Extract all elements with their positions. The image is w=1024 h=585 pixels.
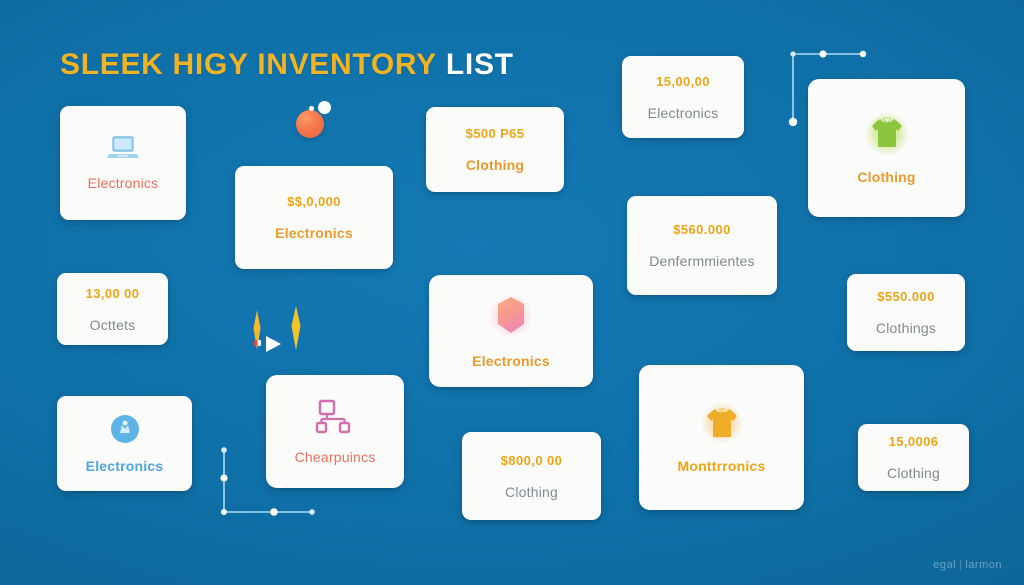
card-label: Clothing (465, 157, 525, 173)
network-diagram-icon (315, 399, 355, 435)
watermark-separator: | (959, 559, 963, 571)
card-clothing-800[interactable]: $800,0 00 Clothing (462, 432, 601, 520)
circle-badge-icon (110, 414, 140, 444)
watermark-suffix: larmon (965, 559, 1002, 571)
card-clothing-500[interactable]: $500 P65 Clothing (426, 107, 564, 192)
card-label: Clothings (875, 320, 937, 336)
card-amount: 15,0006 (888, 434, 939, 449)
watermark-brand: egal (933, 559, 957, 571)
card-label: Electronics (472, 353, 550, 369)
card-label: Denfermmientes (649, 253, 755, 269)
card-monttrronics[interactable]: Monttrronics (639, 365, 804, 510)
card-electronics-amount[interactable]: $$,0,000 Electronics (235, 166, 393, 269)
sparkle-icon (291, 306, 301, 350)
card-label: Octtets (89, 316, 136, 333)
card-denfermmientes[interactable]: $560.000 Denfermmientes (627, 196, 777, 295)
card-label: Clothing (887, 465, 940, 481)
card-amount: $$,0,000 (287, 194, 341, 209)
sphere-dot-small (309, 106, 314, 111)
card-clothing-150006[interactable]: 15,0006 Clothing (858, 424, 969, 491)
page-title: SLEEK HIGY INVENTORY LIST (60, 48, 514, 82)
card-label: Electronics (85, 457, 164, 474)
orange-sphere (296, 110, 324, 138)
card-label: Clothing (857, 169, 916, 185)
card-label: Chearpuincs (294, 448, 376, 465)
laptop-icon (106, 135, 140, 161)
play-triangle-icon (266, 336, 281, 352)
card-electronics-circle[interactable]: Electronics (57, 396, 192, 491)
card-chearpuincs[interactable]: Chearpuincs (266, 375, 404, 488)
page-title-rest: LIST (445, 48, 514, 81)
sparkle-icon (253, 310, 261, 350)
footer-watermark: egal | larmon (933, 559, 1002, 571)
card-octtets[interactable]: 13,00 00 Octtets (57, 273, 168, 345)
card-label: Electronics (87, 175, 159, 191)
card-amount: $560.000 (673, 222, 731, 237)
card-electronics-hexagon[interactable]: Electronics (429, 275, 593, 387)
card-label: Electronics (275, 225, 353, 241)
card-amount: 15,00,00 (656, 73, 710, 89)
card-amount: $550.000 (877, 289, 935, 304)
poster-canvas: SLEEK HIGY INVENTORY LIST Electronics $$… (0, 0, 1024, 585)
card-label: Electronics (647, 104, 719, 121)
card-clothing-shirt-green[interactable]: Clothing (808, 79, 965, 217)
card-electronics-laptop[interactable]: Electronics (60, 106, 186, 220)
tshirt-orange-icon (700, 401, 744, 444)
card-amount: $800,0 00 (500, 452, 563, 468)
card-label: Clothing (505, 483, 558, 500)
card-amount: 13,00 00 (85, 285, 140, 301)
card-label: Monttrronics (677, 457, 766, 474)
card-amount: $500 P65 (465, 126, 525, 141)
card-electronics-150000[interactable]: 15,00,00 Electronics (622, 56, 744, 138)
page-title-highlight: SLEEK HIGY INVENTORY (60, 48, 437, 81)
card-clothings-550[interactable]: $550.000 Clothings (847, 274, 965, 351)
tshirt-green-icon (864, 111, 910, 155)
hexagon-gradient-icon (488, 293, 534, 339)
sphere-dot-large (318, 101, 331, 114)
mini-chip-marker (254, 340, 261, 346)
